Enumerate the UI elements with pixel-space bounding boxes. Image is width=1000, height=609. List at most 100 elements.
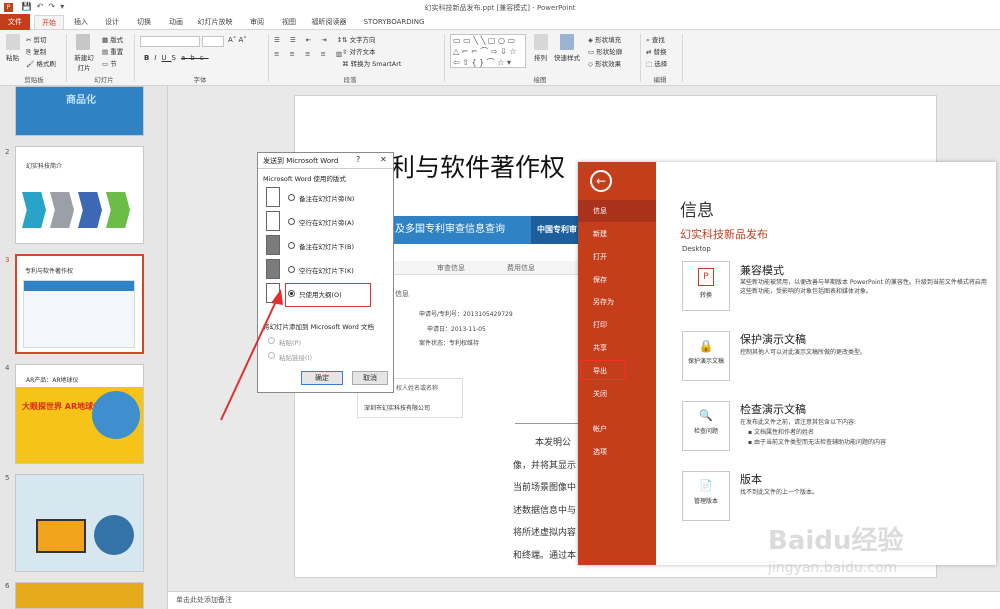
convert-button[interactable]: P 转换 (682, 261, 730, 311)
slide-applicant: 深圳市幻实科技有限公司 (364, 405, 431, 412)
tab-review[interactable]: 审阅 (244, 15, 270, 29)
nav-info[interactable]: 信息 (578, 200, 656, 222)
find-button[interactable]: ⌕ 查找 (646, 34, 665, 45)
thumb-4-slogan: 大眼探世界 AR地球仪 (22, 402, 102, 411)
replace-button[interactable]: ⇄ 替换 (646, 46, 667, 56)
bold-button[interactable]: B (144, 54, 154, 62)
option-notes-below[interactable]: 备注在幻灯片下(B) (266, 235, 391, 257)
quick-styles-button[interactable]: 快速样式 (554, 52, 580, 62)
thumb-4-title: AR产品：AR地球仪 (26, 377, 79, 384)
reset-button[interactable]: ▤ 重置 (102, 46, 123, 56)
list-buttons[interactable]: ☰ ☰ ⇤ ⇥ ↕ (274, 36, 346, 44)
tab-file[interactable]: 文件 (0, 14, 30, 30)
tab-foxit[interactable]: 福昕阅读器 (307, 15, 351, 29)
tab-animations[interactable]: 动画 (163, 15, 189, 29)
radio-blank-beside[interactable] (288, 218, 295, 225)
protect-presentation-button[interactable]: 🔒 保护演示文稿 (682, 331, 730, 381)
ok-button[interactable]: 确定 (301, 371, 343, 385)
radio-blank-below[interactable] (288, 266, 295, 273)
help-button[interactable]: ? (356, 155, 360, 164)
layout-button[interactable]: ▦ 版式 (102, 34, 123, 44)
tab-design[interactable]: 设计 (99, 15, 125, 29)
option-blank-beside[interactable]: 空行在幻灯片旁(A) (266, 211, 391, 233)
copy-button[interactable]: ⎘ 复制 (26, 46, 46, 57)
globe-image (94, 515, 134, 555)
strike-button[interactable]: abc (181, 54, 209, 62)
slide-title[interactable]: 专利与软件著作权 (365, 148, 565, 184)
nav-share[interactable]: 共享 (578, 337, 656, 359)
shapes-gallery[interactable]: ▭ ▭ ╲ ╲ ▢ ○ ▭ △ ⌐ ⌐ ⌒ ⇨ ⇩ ☆ ⇦ ⇧ { } ⌒ ☆ ▾ (450, 34, 526, 68)
radio-notes-beside[interactable] (288, 194, 295, 201)
format-painter-button[interactable]: 🖌 格式刷 (26, 58, 56, 68)
check-issues-label: 检查问题 (693, 428, 718, 435)
radio-notes-below[interactable] (288, 242, 295, 249)
back-arrow-icon[interactable]: ← (590, 170, 612, 192)
layout-icon: ▦ (102, 36, 111, 44)
font-grow-icon[interactable]: A˄ A˅ (228, 36, 247, 44)
slide-thumbnail-1[interactable]: 商品化 (15, 86, 144, 136)
underline-button[interactable]: U (161, 54, 171, 62)
align-buttons[interactable]: ≡ ≡ ≡ ≡ ▥ (274, 50, 346, 58)
nav-account[interactable]: 帐户 (578, 418, 656, 440)
shape-fill-button[interactable]: ◈ 形状填充 (588, 34, 621, 44)
font-size-box[interactable] (202, 36, 224, 47)
nav-new[interactable]: 新建 (578, 223, 656, 245)
slide-thumbnail-4[interactable]: AR产品：AR地球仪 大眼探世界 AR地球仪 (15, 364, 144, 464)
thumb-2-title: 幻实科技简介 (26, 163, 63, 170)
new-slide-button[interactable]: 新建幻灯片 (72, 52, 96, 72)
option-notes-beside[interactable]: 备注在幻灯片旁(N) (266, 187, 391, 209)
versions-icon: 📄 (699, 479, 713, 492)
section-button[interactable]: ▭ 节 (102, 58, 117, 68)
divider (682, 34, 683, 82)
cancel-button[interactable]: 取消 (352, 371, 388, 385)
shape-effects-label: 形状效果 (595, 60, 622, 68)
paste-button[interactable]: 粘贴 (6, 52, 19, 62)
new-slide-icon (76, 34, 90, 50)
notes-pane[interactable]: 单击此处添加备注 (168, 591, 1000, 609)
chevron-shape (78, 192, 102, 228)
manage-versions-label: 管理版本 (693, 498, 718, 505)
slide-thumbnail-3[interactable]: 专利与软件著作权 (15, 254, 144, 354)
shadow-button[interactable]: S (172, 54, 181, 62)
lock-icon: 🔒 (698, 339, 714, 353)
arrange-button[interactable]: 排列 (534, 52, 547, 62)
slide-thumbnail-5[interactable] (15, 474, 144, 572)
smartart-button[interactable]: ⌘ 转换为 SmartArt (342, 58, 401, 68)
select-button[interactable]: ⬚ 选择 (646, 58, 667, 68)
manage-versions-button[interactable]: 📄 管理版本 (682, 471, 730, 521)
reset-label: 重置 (110, 48, 124, 56)
tab-transitions[interactable]: 切换 (131, 15, 157, 29)
divider (268, 34, 269, 82)
inspect-title: 检查演示文稿 (740, 403, 806, 416)
nav-print[interactable]: 打印 (578, 314, 656, 336)
close-button[interactable]: ✕ (380, 155, 387, 164)
nav-close[interactable]: 关闭 (578, 383, 656, 405)
align-text-icon: ⇳ (342, 48, 350, 56)
shape-fill-label: 形状填充 (595, 36, 622, 44)
cut-button[interactable]: ✂ 剪切 (26, 34, 47, 44)
copy-label: 复制 (33, 48, 47, 56)
tab-slideshow[interactable]: 幻灯片放映 (194, 15, 236, 29)
text-direction-icon: ⇅ (342, 36, 350, 44)
shape-effects-button[interactable]: ◇ 形状效果 (588, 58, 621, 68)
slide-number: 3 (5, 256, 10, 264)
check-issues-button[interactable]: 🔍 检查问题 (682, 401, 730, 451)
nav-save-as[interactable]: 另存为 (578, 291, 656, 313)
text-direction-button[interactable]: ⇅ 文字方向 (342, 34, 376, 44)
shape-outline-button[interactable]: ▭ 形状轮廓 (588, 46, 622, 56)
option-blank-below[interactable]: 空行在幻灯片下(K) (266, 259, 391, 281)
tab-insert[interactable]: 插入 (68, 15, 94, 29)
tab-view[interactable]: 视图 (276, 15, 302, 29)
slide-thumbnail-2[interactable]: 幻实科技简介 (15, 146, 144, 244)
nav-save[interactable]: 保存 (578, 269, 656, 291)
font-format-buttons[interactable]: BIUSabc (144, 54, 209, 62)
align-text-button[interactable]: ⇳ 对齐文本 (342, 46, 376, 56)
font-name-box[interactable] (140, 36, 200, 47)
nav-options[interactable]: 选项 (578, 441, 656, 463)
nav-open[interactable]: 打开 (578, 246, 656, 268)
tab-storyboarding[interactable]: STORYBOARDING (360, 15, 428, 29)
watermark-logo: Baidu经验 (768, 526, 904, 556)
slide-thumbnail-6[interactable] (15, 582, 144, 609)
tab-home[interactable]: 开始 (34, 15, 64, 29)
body-line: 述数据信息中与 (513, 505, 577, 516)
